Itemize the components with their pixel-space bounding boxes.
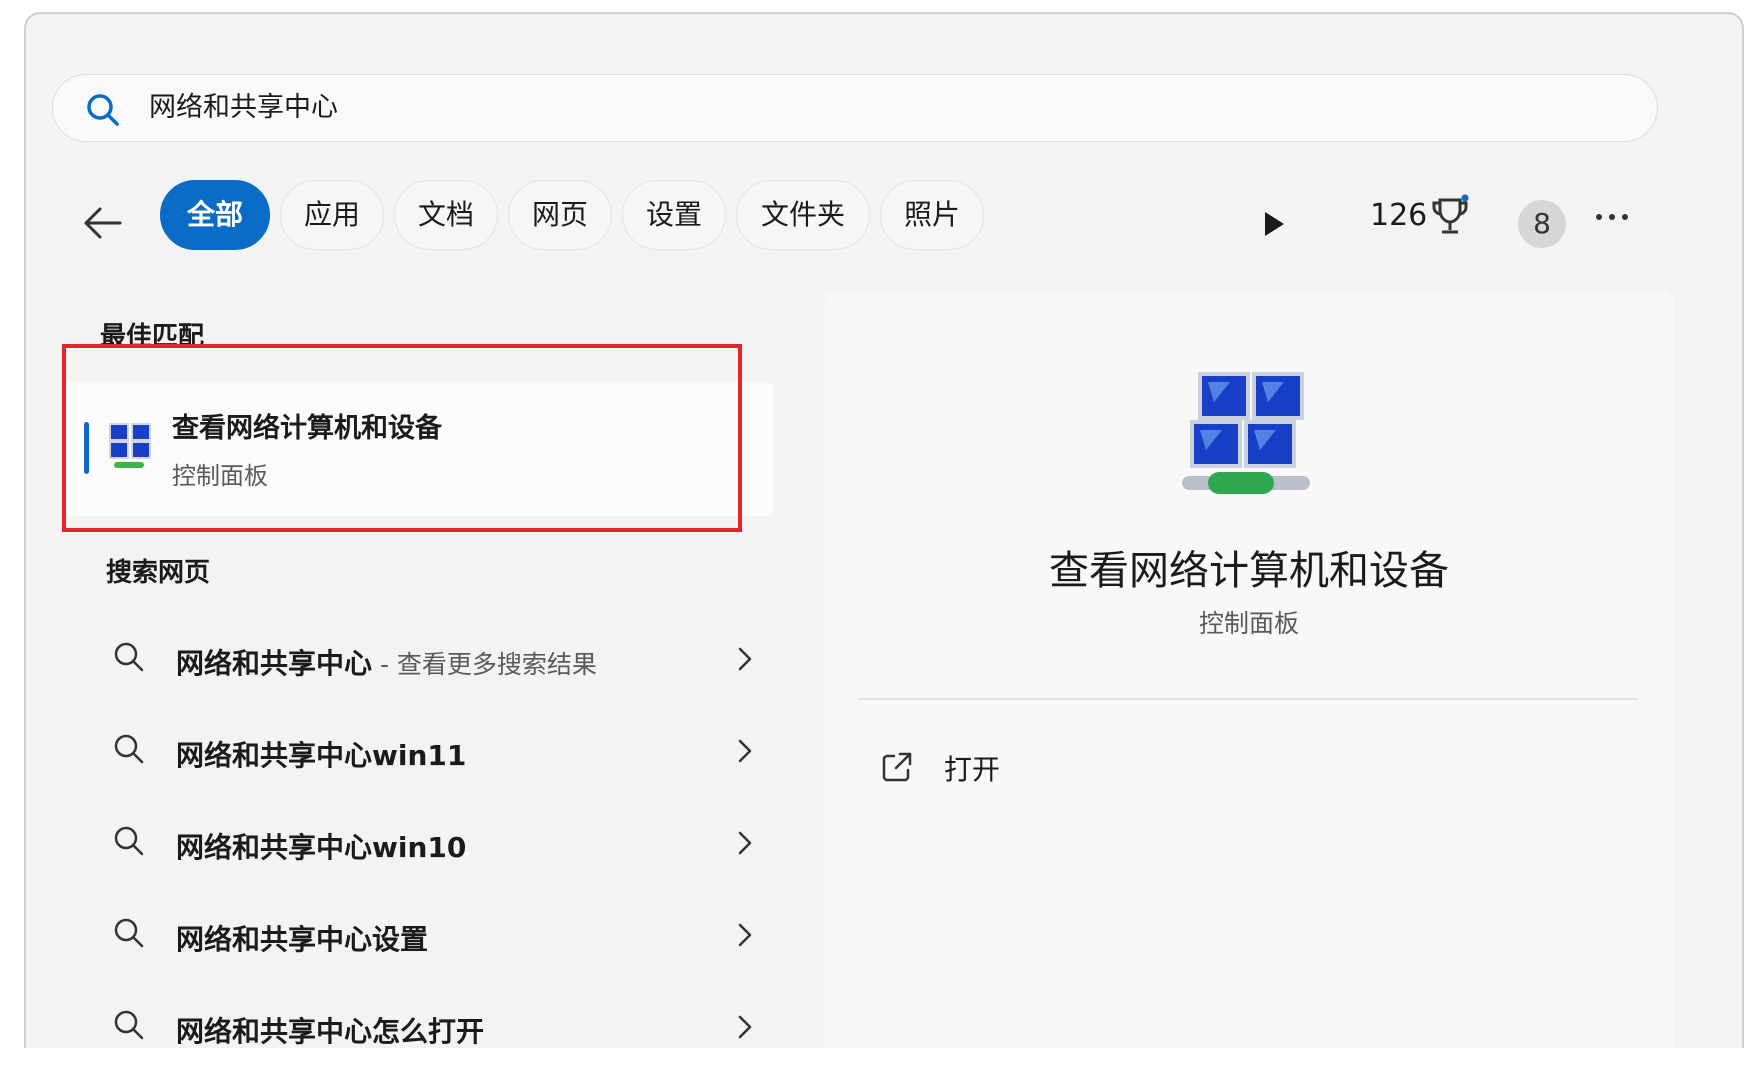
search-input[interactable]: 网络和共享中心: [52, 74, 1658, 142]
web-result-row[interactable]: 网络和共享中心 - 查看更多搜索结果: [60, 620, 760, 700]
filter-chip-folders[interactable]: 文件夹: [736, 180, 870, 250]
web-result-text: 网络和共享中心怎么打开: [176, 1015, 485, 1048]
open-action-label: 打开: [944, 753, 1001, 786]
chevron-right-icon: [738, 1015, 752, 1039]
avatar[interactable]: 8: [1518, 200, 1566, 248]
filter-chip-documents[interactable]: 文档: [394, 180, 498, 250]
web-result-text: 网络和共享中心设置: [176, 923, 429, 956]
web-result-row[interactable]: 网络和共享中心win10: [60, 804, 760, 884]
chevron-right-icon: [738, 739, 752, 763]
filter-chip-settings[interactable]: 设置: [622, 180, 726, 250]
web-result-text: 网络和共享中心 - 查看更多搜索结果: [176, 647, 597, 680]
divider: [858, 698, 1638, 700]
trophy-icon[interactable]: [1430, 194, 1470, 238]
filter-chip-photos[interactable]: 照片: [880, 180, 984, 250]
web-result-text: 网络和共享中心win10: [176, 831, 467, 864]
play-icon[interactable]: [1262, 210, 1286, 238]
network-computers-icon: [1182, 372, 1310, 494]
search-query-text[interactable]: 网络和共享中心: [149, 75, 338, 141]
filter-chip-apps[interactable]: 应用: [280, 180, 384, 250]
chevron-right-icon: [738, 831, 752, 855]
search-icon: [114, 826, 144, 856]
web-search-heading: 搜索网页: [106, 558, 211, 588]
annotation-highlight-box: [62, 344, 742, 532]
search-icon: [114, 734, 144, 764]
detail-subtitle: 控制面板: [1198, 609, 1299, 638]
detail-title: 查看网络计算机和设备: [1049, 548, 1449, 594]
open-action[interactable]: 打开: [880, 742, 1180, 792]
filter-chip-web[interactable]: 网页: [508, 180, 612, 250]
rewards-points[interactable]: 126: [1370, 196, 1427, 236]
bottom-edge: [0, 1048, 1758, 1078]
search-icon: [114, 918, 144, 948]
search-icon: [87, 94, 119, 126]
chevron-right-icon: [738, 923, 752, 947]
chevron-right-icon: [738, 647, 752, 671]
search-icon: [114, 642, 144, 672]
search-icon: [114, 1010, 144, 1040]
open-external-icon: [882, 752, 912, 782]
filter-chip-all[interactable]: 全部: [160, 180, 270, 250]
web-result-row[interactable]: 网络和共享中心设置: [60, 896, 760, 976]
more-options-icon[interactable]: [1594, 212, 1630, 222]
back-arrow-icon[interactable]: [80, 200, 126, 246]
web-result-row[interactable]: 网络和共享中心win11: [60, 712, 760, 792]
web-result-text: 网络和共享中心win11: [176, 739, 467, 772]
